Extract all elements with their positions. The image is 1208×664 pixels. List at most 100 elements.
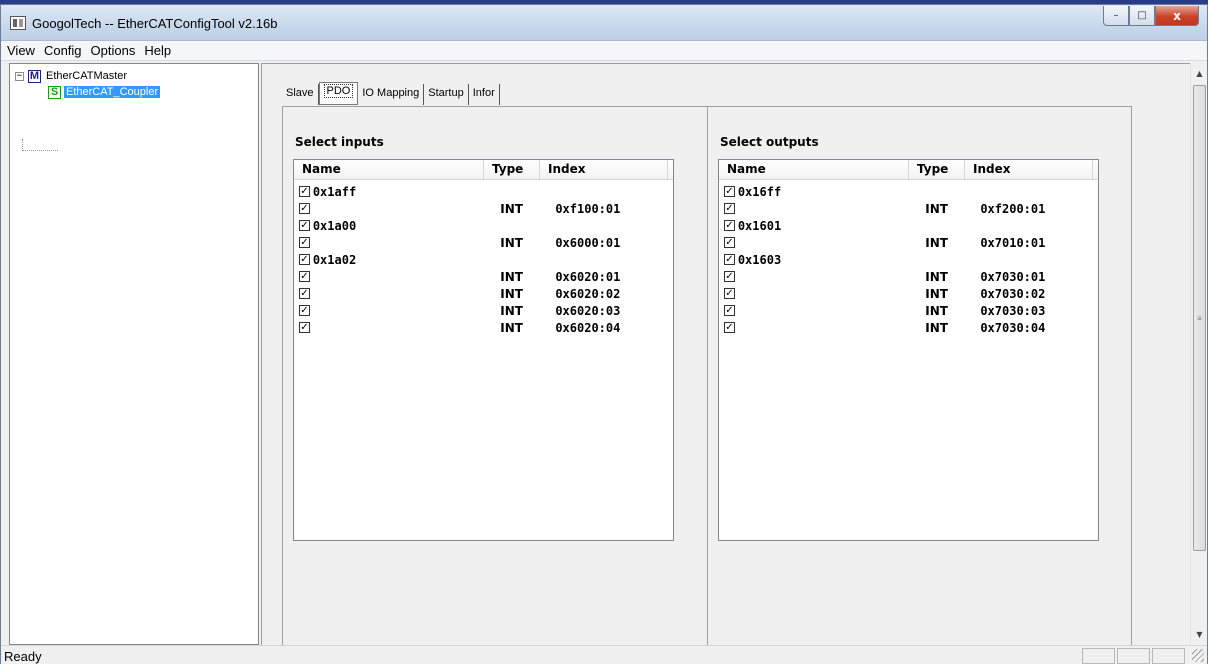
cell-type: INT — [925, 303, 948, 318]
cell-index: 0x6000:01 — [555, 235, 621, 250]
list-item[interactable]: ✓ INT 0x6020:02 — [294, 285, 673, 302]
checkbox[interactable]: ✓ — [724, 288, 735, 299]
outputs-list[interactable]: Name Type Index ✓ 0x16ff ✓ INT 0xf200:01 ✓ 0x1… — [718, 159, 1099, 541]
cell-index: 0xf100:01 — [555, 201, 621, 216]
checkbox[interactable]: ✓ — [299, 305, 310, 316]
list-item[interactable]: ✓ INT 0x6020:04 — [294, 319, 673, 336]
header-type[interactable]: Type — [484, 160, 540, 180]
checkbox[interactable]: ✓ — [299, 271, 310, 282]
list-item[interactable]: ✓ 0x1a02 — [294, 251, 673, 268]
tree-label-coupler: EtherCAT_Coupler — [64, 86, 161, 98]
tab-pdo[interactable]: PDO — [318, 82, 359, 105]
checkbox[interactable]: ✓ — [299, 237, 310, 248]
cell-index: 0x6020:01 — [555, 269, 621, 284]
checkbox[interactable]: ✓ — [724, 271, 735, 282]
resize-grip-icon[interactable] — [1192, 649, 1204, 662]
checkbox[interactable]: ✓ — [724, 305, 735, 316]
app-icon — [10, 16, 26, 30]
tab-label: Infor — [472, 87, 495, 99]
cell-type: INT — [925, 286, 948, 301]
tab-io-mapping[interactable]: IO Mapping — [358, 84, 425, 105]
inputs-list[interactable]: Name Type Index ✓ 0x1aff ✓ INT 0xf100:01 ✓ 0x1… — [293, 159, 674, 541]
cell-type: INT — [500, 235, 523, 250]
list-item[interactable]: ✓ 0x1a00 — [294, 217, 673, 234]
checkbox[interactable]: ✓ — [724, 322, 735, 333]
checkbox[interactable]: ✓ — [724, 220, 735, 231]
checkbox[interactable]: ✓ — [724, 237, 735, 248]
scroll-down-icon[interactable]: ▼ — [1191, 626, 1208, 643]
header-type[interactable]: Type — [909, 160, 965, 180]
list-item[interactable]: ✓ INT 0x6020:01 — [294, 268, 673, 285]
outputs-list-header: Name Type Index — [719, 160, 1098, 180]
header-name[interactable]: Name — [294, 160, 484, 180]
checkbox[interactable]: ✓ — [299, 203, 310, 214]
list-item[interactable]: ✓ 0x1aff — [294, 183, 673, 200]
checkbox[interactable]: ✓ — [299, 254, 310, 265]
list-item[interactable]: ✓ INT 0x7030:03 — [719, 302, 1098, 319]
tree-node-coupler[interactable]: S EtherCAT_Coupler — [44, 84, 161, 100]
menu-bar: View Config Options Help — [1, 41, 1207, 61]
tab-label: Startup — [428, 87, 464, 99]
tab-strip: Slave PDO IO Mapping Startup Infor — [282, 82, 500, 105]
scroll-up-icon[interactable]: ▲ — [1191, 65, 1208, 82]
list-item[interactable]: ✓ INT 0x6000:01 — [294, 234, 673, 251]
minimize-button[interactable]: – — [1103, 6, 1129, 26]
list-item[interactable]: ✓ INT 0x6020:03 — [294, 302, 673, 319]
checkbox[interactable]: ✓ — [724, 186, 735, 197]
checkbox[interactable]: ✓ — [299, 220, 310, 231]
list-item[interactable]: ✓ 0x16ff — [719, 183, 1098, 200]
collapse-icon[interactable]: − — [15, 71, 24, 81]
tab-startup[interactable]: Startup — [424, 84, 469, 105]
checkbox[interactable]: ✓ — [299, 186, 310, 197]
header-name[interactable]: Name — [719, 160, 909, 180]
cell-type: INT — [500, 286, 523, 301]
vertical-scrollbar[interactable]: ▲ ≡ ▼ — [1190, 63, 1207, 645]
tab-label: Slave — [286, 87, 314, 99]
checkbox[interactable]: ✓ — [724, 203, 735, 214]
list-item[interactable]: ✓ 0x1603 — [719, 251, 1098, 268]
tab-label: IO Mapping — [362, 87, 420, 99]
tree-connector — [22, 139, 58, 151]
outputs-group: Select outputs Name Type Index ✓ 0x16ff ✓ I… — [707, 106, 1132, 648]
tree-node-master[interactable]: − M EtherCATMaster — [15, 68, 129, 84]
menu-config[interactable]: Config — [44, 43, 82, 58]
list-item[interactable]: ✓ INT 0xf200:01 — [719, 200, 1098, 217]
cell-index: 0x7030:03 — [980, 303, 1046, 318]
list-item[interactable]: ✓ 0x1601 — [719, 217, 1098, 234]
scroll-thumb[interactable]: ≡ — [1193, 85, 1206, 551]
list-item[interactable]: ✓ INT 0x7010:01 — [719, 234, 1098, 251]
cell-name: 0x1a02 — [312, 252, 357, 267]
menu-view[interactable]: View — [7, 43, 35, 58]
close-icon: x — [1173, 8, 1181, 23]
thumb-grip-icon: ≡ — [1197, 313, 1202, 323]
cell-name: 0x1aff — [312, 184, 357, 199]
cell-index: 0x6020:04 — [555, 320, 621, 335]
list-item[interactable]: ✓ INT 0xf100:01 — [294, 200, 673, 217]
main-panel: Slave PDO IO Mapping Startup Infor Selec… — [261, 63, 1190, 648]
inputs-group: Select inputs Name Type Index ✓ 0x1aff ✓ IN… — [282, 106, 707, 648]
status-panel — [1082, 648, 1115, 664]
list-item[interactable]: ✓ INT 0x7030:02 — [719, 285, 1098, 302]
cell-index: 0x7030:04 — [980, 320, 1046, 335]
window-title: GoogolTech -- EtherCATConfigTool v2.16b — [32, 16, 278, 31]
cell-index: 0x7030:01 — [980, 269, 1046, 284]
checkbox[interactable]: ✓ — [299, 288, 310, 299]
close-button[interactable]: x — [1155, 6, 1199, 26]
title-bar[interactable]: GoogolTech -- EtherCATConfigTool v2.16b … — [1, 5, 1207, 41]
menu-help[interactable]: Help — [144, 43, 171, 58]
tab-infor[interactable]: Infor — [468, 84, 500, 105]
outputs-rows: ✓ 0x16ff ✓ INT 0xf200:01 ✓ 0x1601 ✓ INT 0x7010:01… — [719, 180, 1098, 336]
list-item[interactable]: ✓ INT 0x7030:01 — [719, 268, 1098, 285]
header-index[interactable]: Index — [965, 160, 1093, 180]
tab-slave[interactable]: Slave — [282, 84, 319, 105]
header-index[interactable]: Index — [540, 160, 668, 180]
checkbox[interactable]: ✓ — [724, 254, 735, 265]
list-item[interactable]: ✓ INT 0x7030:04 — [719, 319, 1098, 336]
checkbox[interactable]: ✓ — [299, 322, 310, 333]
device-tree[interactable]: − M EtherCATMaster S EtherCAT_Coupler — [9, 63, 259, 645]
menu-options[interactable]: Options — [91, 43, 136, 58]
status-panel — [1152, 648, 1185, 664]
slave-icon: S — [48, 85, 61, 99]
cell-index: 0x7010:01 — [980, 235, 1046, 250]
maximize-button[interactable]: □ — [1129, 6, 1155, 26]
